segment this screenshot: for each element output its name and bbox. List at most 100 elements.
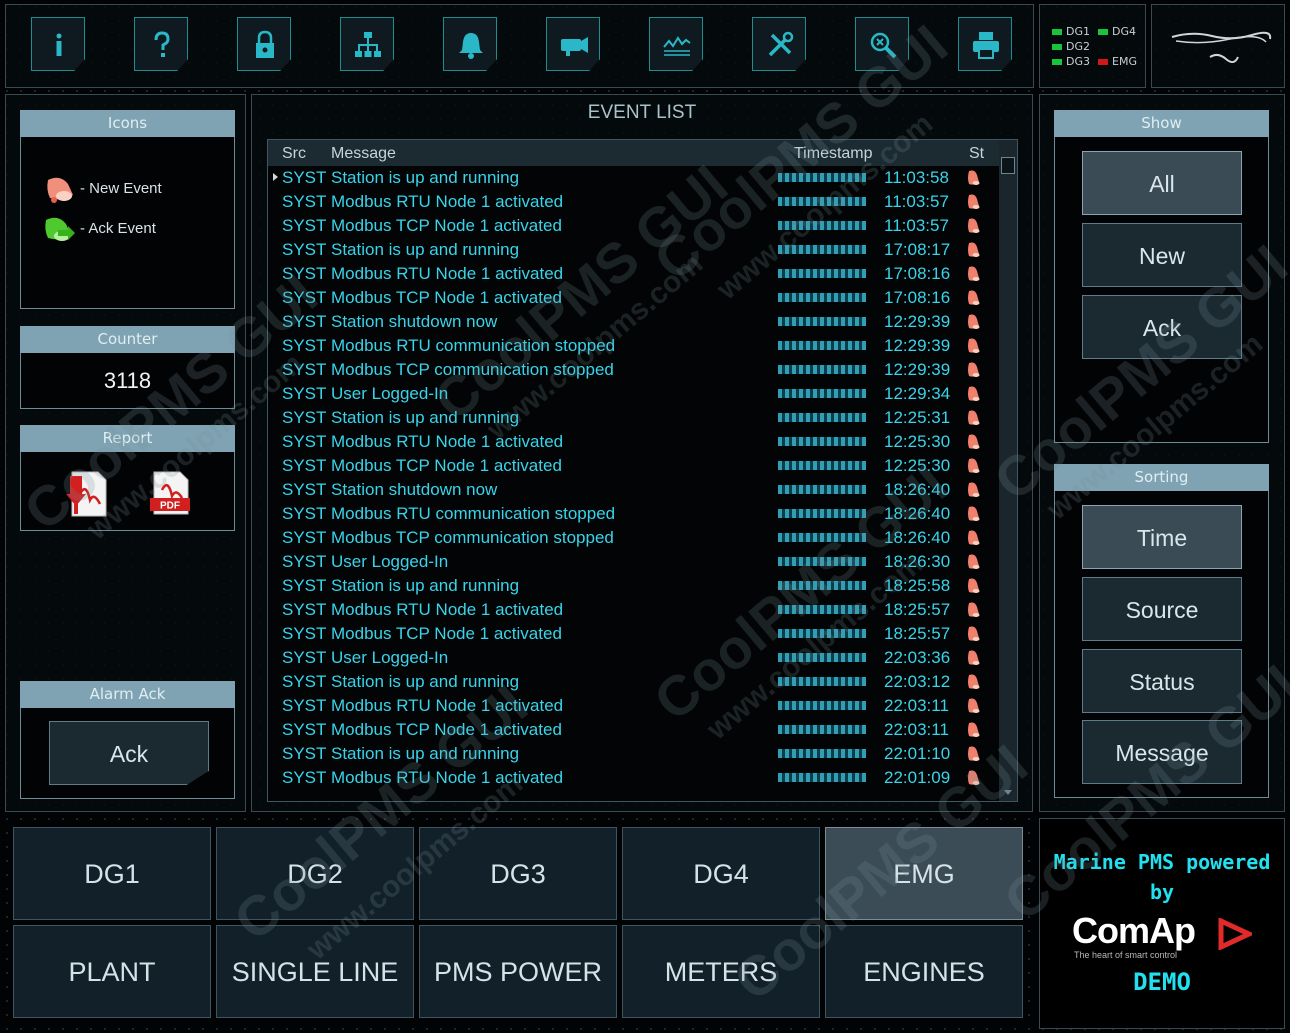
column-header-message[interactable]: Message xyxy=(331,145,396,163)
nav-emg[interactable]: EMG xyxy=(825,827,1023,920)
event-row[interactable]: SYST Modbus TCP Node 1 activated 18:25:57 xyxy=(268,622,1008,646)
event-row[interactable]: SYST Modbus RTU communication stopped 12:2… xyxy=(268,334,1008,358)
event-row[interactable]: SYST Modbus RTU Node 1 activated 22:01:09 xyxy=(268,766,1008,790)
event-row[interactable]: SYST Modbus TCP Node 1 activated 11:03:57 xyxy=(268,214,1008,238)
event-row[interactable]: SYST Station is up and running 22:03:12 xyxy=(268,670,1008,694)
scrollbar-thumb[interactable] xyxy=(1001,157,1015,174)
event-src: SYST xyxy=(282,288,327,307)
event-row[interactable]: SYST Modbus TCP Node 1 activated 22:03:11 xyxy=(268,718,1008,742)
event-row[interactable]: SYST User Logged-In 12:29:34 xyxy=(268,382,1008,406)
event-row[interactable]: SYST Modbus RTU Node 1 activated 18:25:57 xyxy=(268,598,1008,622)
trend-button[interactable] xyxy=(649,17,703,71)
pdf-download-button[interactable] xyxy=(62,470,112,518)
event-row[interactable]: SYST Station is up and running 18:25:58 xyxy=(268,574,1008,598)
report-panel-title: Report xyxy=(20,425,235,452)
event-message: Modbus RTU Node 1 activated xyxy=(331,264,564,283)
nav-plant[interactable]: PLANT xyxy=(13,925,211,1018)
comap-logo: ComAp The heart of smart control xyxy=(1072,910,1262,962)
event-message: User Logged-In xyxy=(331,552,449,571)
show-all-button[interactable]: All xyxy=(1082,151,1242,215)
event-date-redacted xyxy=(778,197,866,206)
nav-engines[interactable]: ENGINES xyxy=(825,925,1023,1018)
tools-button[interactable] xyxy=(752,17,806,71)
comap-tagline: The heart of smart control xyxy=(1074,950,1178,960)
event-date-redacted xyxy=(778,653,866,662)
tools-icon xyxy=(768,31,794,57)
event-row[interactable]: SYST Station is up and running 11:03:58 xyxy=(268,166,1008,190)
sort-message-button[interactable]: Message xyxy=(1082,720,1242,784)
event-row[interactable]: SYST Station is up and running 17:08:17 xyxy=(268,238,1008,262)
sort-status-button[interactable]: Status xyxy=(1082,649,1242,713)
event-message: Modbus TCP Node 1 activated xyxy=(331,720,562,739)
event-date-redacted xyxy=(778,605,866,614)
icons-panel xyxy=(20,110,235,309)
event-row[interactable]: SYST User Logged-In 18:26:30 xyxy=(268,550,1008,574)
event-table: Src Message Timestamp St SYST Station is … xyxy=(267,139,1018,802)
new-event-bell-icon xyxy=(968,722,980,737)
event-time: 18:26:40 xyxy=(884,504,951,523)
event-row[interactable]: SYST Modbus TCP communication stopped 12:2… xyxy=(268,358,1008,382)
network-icon xyxy=(355,32,381,57)
new-event-bell-icon xyxy=(968,554,980,569)
show-ack-button[interactable]: Ack xyxy=(1082,295,1242,359)
event-row[interactable]: SYST Station shutdown now 18:26:40 xyxy=(268,478,1008,502)
event-row[interactable]: SYST Station is up and running 12:25:31 xyxy=(268,406,1008,430)
signature-logo xyxy=(1171,31,1272,63)
help-button[interactable] xyxy=(134,17,188,71)
column-header-timestamp[interactable]: Timestamp xyxy=(794,145,873,163)
event-date-redacted xyxy=(778,389,866,398)
event-row[interactable]: SYST Station shutdown now 12:29:39 xyxy=(268,310,1008,334)
show-new-button[interactable]: New xyxy=(1082,223,1242,287)
scroll-down-arrow-icon[interactable] xyxy=(1004,790,1012,795)
event-row[interactable]: SYST User Logged-In 22:03:36 xyxy=(268,646,1008,670)
new-event-bell-icon xyxy=(47,177,73,203)
network-button[interactable] xyxy=(340,17,394,71)
event-row[interactable]: SYST Modbus RTU Node 1 activated 12:25:30 xyxy=(268,430,1008,454)
event-message: Station is up and running xyxy=(331,744,520,763)
selected-row-marker-icon xyxy=(273,173,278,181)
scrollbar[interactable] xyxy=(999,140,1017,801)
new-event-bell-icon xyxy=(968,770,980,785)
nav-dg2[interactable]: DG2 xyxy=(216,827,414,920)
status-led xyxy=(1098,29,1108,35)
sort-source-button[interactable]: Source xyxy=(1082,577,1242,641)
event-row[interactable]: SYST Modbus TCP Node 1 activated 12:25:30 xyxy=(268,454,1008,478)
nav-single-line[interactable]: SINGLE LINE xyxy=(216,925,414,1018)
event-row[interactable]: SYST Modbus RTU Node 1 activated 22:03:11 xyxy=(268,694,1008,718)
nav-dg3[interactable]: DG3 xyxy=(419,827,617,920)
event-row[interactable]: SYST Modbus TCP Node 1 activated 17:08:16 xyxy=(268,286,1008,310)
nav-dg4[interactable]: DG4 xyxy=(622,827,820,920)
pdf-export-button[interactable]: PDF xyxy=(148,470,194,516)
column-header-src[interactable]: Src xyxy=(282,145,306,163)
event-row[interactable]: SYST Station is up and running 22:01:10 xyxy=(268,742,1008,766)
pdf-download-icon xyxy=(66,471,107,517)
column-header-status[interactable]: St xyxy=(969,145,984,163)
event-message: Station shutdown now xyxy=(331,312,498,331)
event-message: Modbus RTU Node 1 activated xyxy=(331,768,564,787)
event-row[interactable]: SYST Modbus TCP communication stopped 18:2… xyxy=(268,526,1008,550)
event-message: Modbus RTU communication stopped xyxy=(331,504,616,523)
event-time: 12:29:39 xyxy=(884,312,951,331)
new-event-bell-icon xyxy=(968,434,980,449)
printer-icon xyxy=(973,32,999,59)
event-row[interactable]: SYST Modbus RTU Node 1 activated 17:08:16 xyxy=(268,262,1008,286)
sort-time-button[interactable]: Time xyxy=(1082,505,1242,569)
nav-dg1[interactable]: DG1 xyxy=(13,827,211,920)
print-button[interactable] xyxy=(958,17,1012,71)
event-time: 18:26:30 xyxy=(884,552,951,571)
lock-button[interactable] xyxy=(237,17,291,71)
event-message: User Logged-In xyxy=(331,648,449,667)
event-row[interactable]: SYST Modbus RTU communication stopped 18:2… xyxy=(268,502,1008,526)
nav-pms-power[interactable]: PMS POWER xyxy=(419,925,617,1018)
alarm-ack-button[interactable]: Ack xyxy=(49,721,209,785)
search-button[interactable] xyxy=(855,17,909,71)
event-date-redacted xyxy=(778,341,866,350)
new-event-bell-icon xyxy=(968,218,980,233)
alarm-button[interactable] xyxy=(443,17,497,71)
horn-button[interactable] xyxy=(546,17,600,71)
indicator-dg4: DG4 xyxy=(1098,25,1136,38)
nav-meters[interactable]: METERS xyxy=(622,925,820,1018)
info-button[interactable] xyxy=(31,17,85,71)
event-row[interactable]: SYST Modbus RTU Node 1 activated 11:03:57 xyxy=(268,190,1008,214)
event-time: 12:29:39 xyxy=(884,336,951,355)
